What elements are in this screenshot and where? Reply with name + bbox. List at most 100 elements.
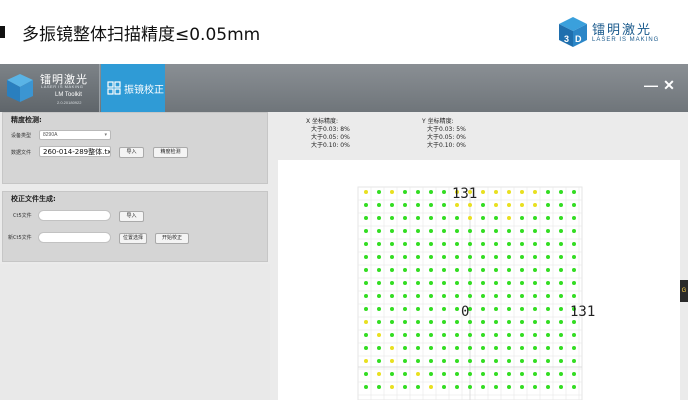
ok-point — [481, 242, 485, 246]
slide-header: 多振镜整体扫描精度≤0.05mm 3 D 镭明激光 LASER IS MAKIN… — [0, 0, 688, 64]
ok-point — [520, 346, 524, 350]
ok-point — [559, 242, 563, 246]
ok-point — [364, 372, 368, 376]
ok-point — [364, 242, 368, 246]
ok-point — [364, 294, 368, 298]
data-file-field[interactable]: 260-014-289整体.txt — [39, 146, 111, 157]
app-logo: 镭明激光 LASER IS MAKING LM Toolkit 2.0.2018… — [0, 64, 100, 112]
ok-point — [468, 242, 472, 246]
ok-point — [468, 294, 472, 298]
ok-point — [429, 255, 433, 259]
ok-point — [533, 372, 537, 376]
device-type-select[interactable]: 8290A ▾ — [39, 130, 111, 140]
ok-point — [403, 346, 407, 350]
device-type-label: 设备类型 — [11, 133, 32, 139]
ok-point — [455, 268, 459, 272]
ok-point — [403, 190, 407, 194]
ok-point — [481, 320, 485, 324]
ok-point — [533, 307, 537, 311]
ok-point — [520, 359, 524, 363]
ok-point — [468, 333, 472, 337]
ok-point — [533, 333, 537, 337]
ok-point — [468, 281, 472, 285]
ok-point — [481, 385, 485, 389]
ok-point — [364, 307, 368, 311]
ok-point — [546, 307, 550, 311]
ok-point — [416, 385, 420, 389]
ok-point — [403, 320, 407, 324]
tab-galvo-correction[interactable]: 振镜校正 — [101, 64, 165, 112]
ok-point — [494, 229, 498, 233]
ok-point — [442, 372, 446, 376]
ok-point — [546, 242, 550, 246]
ok-point — [507, 242, 511, 246]
ok-point — [429, 294, 433, 298]
import-data-button[interactable]: 导入 — [119, 147, 144, 158]
ok-point — [455, 307, 459, 311]
ok-point — [416, 229, 420, 233]
ok-point — [481, 359, 485, 363]
ok-point — [507, 320, 511, 324]
warning-point — [390, 346, 394, 350]
ct5-file-input[interactable] — [38, 210, 111, 221]
ok-point — [494, 307, 498, 311]
ok-point — [429, 268, 433, 272]
ok-point — [481, 229, 485, 233]
ok-point — [533, 255, 537, 259]
import-ct5-button[interactable]: 导入 — [119, 211, 144, 222]
ok-point — [468, 255, 472, 259]
close-icon[interactable]: ✕ — [662, 78, 676, 92]
ok-point — [481, 268, 485, 272]
x-precision-row: 大于0.03: 8% — [311, 126, 350, 133]
ok-point — [559, 385, 563, 389]
ok-point — [546, 346, 550, 350]
precision-check-panel: 精度检测: 设备类型 8290A ▾ 数据文件 260-014-289整体.tx… — [2, 112, 268, 184]
app-brand-tagline: LASER IS MAKING — [41, 84, 84, 89]
ok-point — [559, 216, 563, 220]
ok-point — [442, 385, 446, 389]
correction-file-panel: 校正文件生成: Ct5文件 导入 新Ct5文件 位置选择 开始校正 — [2, 191, 268, 262]
precision-check-button[interactable]: 精度检测 — [153, 147, 188, 158]
ok-point — [364, 346, 368, 350]
ok-point — [442, 307, 446, 311]
app-toolkit-name: LM Toolkit — [55, 92, 82, 98]
ok-point — [416, 268, 420, 272]
ok-point — [364, 216, 368, 220]
ok-point — [455, 216, 459, 220]
ok-point — [377, 385, 381, 389]
ok-point — [507, 268, 511, 272]
ok-point — [572, 242, 576, 246]
ok-point — [533, 346, 537, 350]
ok-point — [559, 333, 563, 337]
ok-point — [416, 307, 420, 311]
side-collapse-tab[interactable]: G — [680, 280, 688, 302]
ok-point — [520, 333, 524, 337]
ok-point — [533, 216, 537, 220]
ok-point — [390, 203, 394, 207]
brand-tagline: LASER IS MAKING — [592, 37, 660, 43]
ok-point — [455, 294, 459, 298]
ok-point — [572, 255, 576, 259]
ok-point — [481, 281, 485, 285]
ok-point — [364, 268, 368, 272]
ok-point — [572, 294, 576, 298]
ok-point — [429, 346, 433, 350]
app-cube-icon — [7, 74, 33, 102]
ok-point — [468, 268, 472, 272]
app-window: 镭明激光 LASER IS MAKING LM Toolkit 2.0.2018… — [0, 64, 688, 400]
ok-point — [520, 229, 524, 233]
title-marker — [0, 26, 5, 38]
minimize-icon[interactable]: — — [644, 78, 658, 92]
ok-point — [429, 203, 433, 207]
ok-point — [559, 255, 563, 259]
x-precision-header: X 坐标精度: — [306, 118, 339, 125]
y-precision-stats: Y 坐标精度: 大于0.03: 5% 大于0.05: 0% 大于0.10: 0% — [422, 118, 466, 150]
ok-point — [559, 203, 563, 207]
start-correction-button[interactable]: 开始校正 — [155, 233, 189, 244]
ok-point — [429, 333, 433, 337]
warning-point — [455, 203, 459, 207]
ok-point — [494, 385, 498, 389]
precision-plot-area: 131 0 131 — [278, 160, 680, 400]
location-select-button[interactable]: 位置选择 — [119, 233, 147, 244]
new-ct5-file-input[interactable] — [38, 232, 111, 243]
